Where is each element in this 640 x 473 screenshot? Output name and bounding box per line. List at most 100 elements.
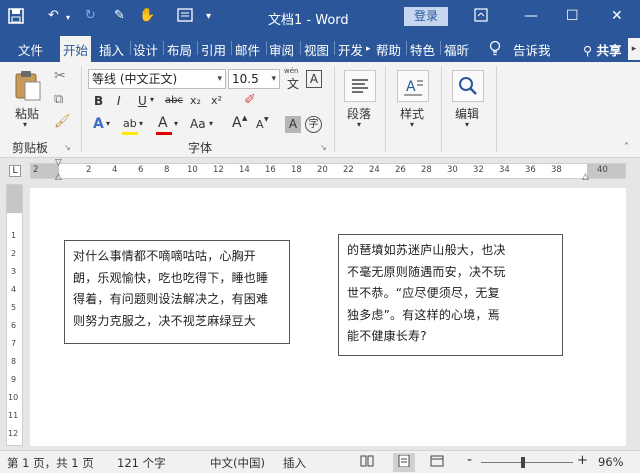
tab-featured[interactable]: 特色 — [410, 40, 435, 59]
copy-icon[interactable]: ⧉ — [54, 92, 63, 107]
highlight-button[interactable]: ab — [123, 117, 137, 130]
editing-button[interactable] — [452, 70, 484, 102]
grow-font-button[interactable]: A — [232, 115, 242, 131]
tab-design[interactable]: 设计 — [133, 40, 158, 59]
hanging-indent-marker[interactable]: △ — [55, 172, 62, 182]
tab-separator — [130, 41, 131, 55]
phonetic-guide-pinyin[interactable]: wén — [284, 67, 298, 75]
shrink-font-button[interactable]: A — [256, 118, 264, 131]
editing-dropdown-icon[interactable]: ▾ — [465, 120, 469, 129]
subscript-button[interactable]: x₂ — [190, 94, 201, 107]
ruler-number: 4 — [112, 165, 118, 175]
minimize-icon[interactable]: — — [524, 8, 538, 24]
ribbon-display-icon[interactable] — [474, 8, 488, 26]
font-launcher-icon[interactable]: ↘ — [320, 143, 327, 152]
ruler-number: 36 — [525, 165, 536, 175]
font-color-dropdown-icon[interactable]: ▾ — [174, 119, 178, 128]
word-count-status[interactable]: 121 个字 — [117, 455, 166, 471]
italic-button[interactable]: I — [117, 94, 121, 108]
save-icon[interactable] — [8, 8, 24, 28]
clipboard-launcher-icon[interactable]: ↘ — [64, 143, 71, 152]
customize-qat-icon[interactable]: ▾ — [206, 11, 211, 22]
ribbon-scroll-right-button[interactable]: ▸ — [628, 38, 640, 60]
horizontal-ruler[interactable]: 2 2 4 6 8 10 12 14 16 18 20 22 24 26 28 … — [30, 163, 626, 179]
highlight-dropdown-icon[interactable]: ▾ — [139, 119, 143, 128]
zoom-in-button[interactable]: + — [577, 453, 588, 468]
paragraph-dropdown-icon[interactable]: ▾ — [357, 120, 361, 129]
tab-layout[interactable]: 布局 — [167, 40, 192, 59]
tab-home[interactable]: 开始 — [60, 36, 92, 62]
styles-button[interactable]: A — [397, 70, 429, 102]
close-icon[interactable]: ✕ — [611, 8, 623, 24]
font-size-combo[interactable]: 10.5 ▾ — [228, 69, 280, 89]
tab-insert[interactable]: 插入 — [99, 40, 124, 59]
underline-button[interactable]: U — [138, 94, 147, 108]
lightbulb-icon[interactable] — [489, 40, 501, 59]
ruler-number: 2 — [33, 165, 39, 175]
phonetic-guide-char[interactable]: 文 — [287, 75, 299, 92]
zoom-out-button[interactable]: - — [467, 452, 472, 468]
print-layout-icon[interactable] — [393, 453, 415, 472]
web-layout-icon[interactable] — [430, 455, 444, 470]
tab-mailings[interactable]: 邮件 — [235, 40, 260, 59]
text-effects-button[interactable]: A — [93, 116, 104, 132]
change-case-button[interactable]: Aa — [190, 117, 206, 131]
text-box-1[interactable]: 对什么事情都不嘀嘀咕咕，心胸开 朗，乐观愉快，吃也吃得下，睡也睡 得着，有问题则… — [64, 240, 290, 344]
zoom-slider-thumb[interactable] — [521, 457, 525, 468]
zoom-slider[interactable] — [481, 462, 573, 463]
tab-references[interactable]: 引用 — [201, 40, 226, 59]
paragraph-icon — [352, 79, 368, 93]
font-color-button[interactable]: A — [158, 115, 168, 131]
touch-mode-icon[interactable]: ✋ — [139, 8, 155, 23]
chevron-down-icon: ▾ — [271, 74, 276, 84]
underline-dropdown-icon[interactable]: ▾ — [150, 95, 154, 104]
styles-icon: A — [404, 79, 423, 96]
superscript-button[interactable]: x² — [211, 94, 222, 107]
paragraph-button[interactable] — [344, 70, 376, 102]
strikethrough-button[interactable]: abc — [165, 95, 183, 106]
bold-button[interactable]: B — [94, 94, 103, 108]
clear-formatting-icon[interactable]: ✐ — [244, 92, 256, 108]
paste-icon[interactable] — [14, 70, 42, 105]
undo-dropdown-icon[interactable]: ▾ — [66, 13, 70, 22]
print-preview-icon[interactable] — [177, 8, 193, 26]
text-effects-dropdown-icon[interactable]: ▾ — [106, 119, 110, 128]
format-painter-brush-icon[interactable]: 🖌 — [54, 114, 71, 129]
styles-dropdown-icon[interactable]: ▾ — [410, 120, 414, 129]
font-name-combo[interactable]: 等线 (中文正文) ▾ — [88, 69, 226, 89]
tab-view[interactable]: 视图 — [304, 40, 329, 59]
paste-dropdown-icon[interactable]: ▾ — [23, 120, 27, 129]
insert-mode-status[interactable]: 插入 — [283, 455, 306, 471]
tell-me-box[interactable]: 告诉我 — [513, 40, 551, 59]
collapse-ribbon-icon[interactable]: ˄ — [624, 142, 629, 153]
maximize-icon[interactable]: ☐ — [566, 8, 579, 24]
enclose-char-button[interactable]: 字 — [305, 116, 322, 133]
tab-developer[interactable]: 开发 — [338, 40, 363, 59]
cut-icon[interactable]: ✂ — [54, 68, 66, 84]
tab-review[interactable]: 审阅 — [269, 40, 294, 59]
zoom-level[interactable]: 96% — [598, 455, 624, 469]
text-box-2[interactable]: 的琶墳如苏迷庐山般大，也决 不毫无原则随遇而安，决不玩 世不恭。“应尽便须尽，无… — [338, 234, 563, 356]
tab-foxit[interactable]: 福昕 — [444, 40, 469, 59]
share-button[interactable]: ⚲ 共享 — [583, 40, 622, 59]
tab-file[interactable]: 文件 — [18, 40, 43, 59]
highlight-color-bar — [122, 132, 138, 135]
format-painter-icon[interactable]: ✎ — [114, 8, 125, 23]
redo-icon[interactable]: ↻ — [85, 8, 96, 23]
char-shading-button[interactable]: A — [285, 116, 301, 133]
tab-selector[interactable]: L — [9, 165, 21, 177]
char-border-button[interactable]: A — [306, 70, 322, 88]
first-line-indent-marker[interactable]: ▽ — [55, 158, 62, 168]
change-case-dropdown-icon[interactable]: ▾ — [209, 119, 213, 128]
login-button[interactable]: 登录 — [404, 7, 448, 26]
vruler-number: 8 — [11, 357, 17, 366]
document-page[interactable]: 对什么事情都不嘀嘀咕咕，心胸开 朗，乐观愉快，吃也吃得下，睡也睡 得着，有问题则… — [30, 188, 626, 446]
tab-separator — [440, 41, 441, 55]
read-mode-icon[interactable] — [360, 455, 374, 470]
language-status[interactable]: 中文(中国) — [210, 455, 265, 471]
right-indent-marker[interactable]: △ — [582, 172, 589, 182]
undo-icon[interactable]: ↶ — [48, 8, 59, 23]
tab-help[interactable]: 帮助 — [376, 40, 401, 59]
vertical-ruler[interactable]: 1 2 3 4 5 6 7 8 9 10 11 12 — [6, 184, 23, 446]
page-count-status[interactable]: 第 1 页，共 1 页 — [7, 455, 94, 471]
